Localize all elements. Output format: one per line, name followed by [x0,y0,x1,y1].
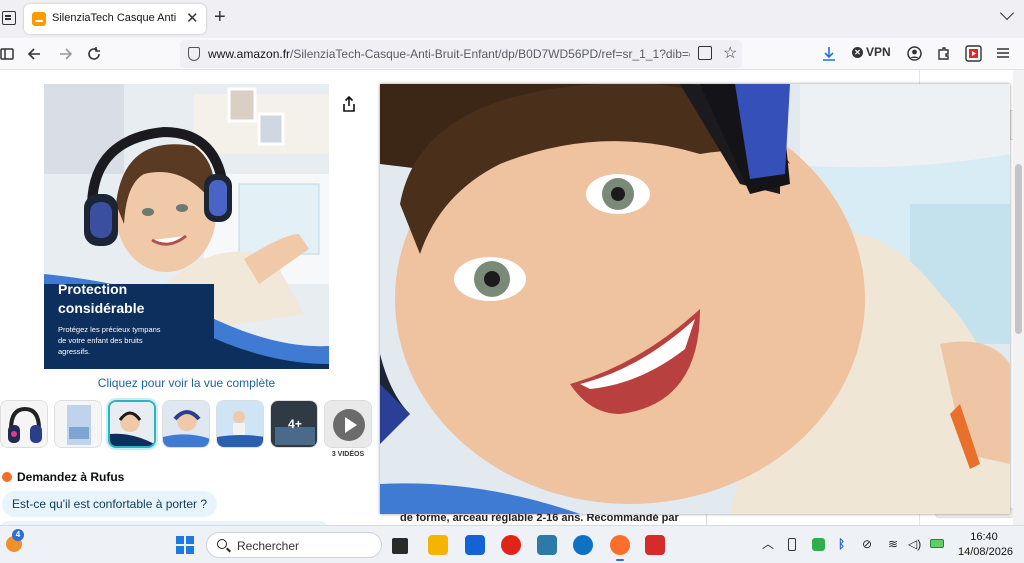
thumbnail-more[interactable]: 4+ [270,400,318,448]
share-icon[interactable] [342,96,356,112]
sidebar-icon[interactable] [0,47,14,61]
opera-icon[interactable] [501,535,521,555]
hp-icon[interactable] [573,535,593,555]
banner-body-line2: de votre enfant des bruits [58,336,143,345]
task-view-icon[interactable] [392,538,408,554]
rufus-icon [2,472,12,482]
pdf-reader-icon[interactable] [645,535,665,555]
weather-badge: 4 [12,529,24,541]
firefox-icon[interactable] [610,535,630,555]
url-text[interactable]: www.amazon.fr/SilenziaTech-Casque-Anti-B… [208,47,690,61]
firefox-active-indicator [616,559,624,561]
bluetooth-icon[interactable]: ᛒ [838,537,845,551]
tray-chevron-up-icon[interactable]: ︿ [762,537,774,551]
file-explorer-icon[interactable] [428,535,448,555]
scrollbar-thumb[interactable] [1015,164,1022,334]
thumbnail-box[interactable] [54,400,102,448]
thumbnail-lifestyle-1[interactable] [162,400,210,448]
navigation-toolbar: www.amazon.fr/SilenziaTech-Casque-Anti-B… [0,38,1024,70]
thumbnail-headphones[interactable] [0,400,48,448]
rufus-heading-text: Demandez à Rufus [17,470,125,484]
thumbnail-video[interactable] [324,400,372,448]
taskbar-search[interactable]: Rechercher [206,532,382,558]
url-path: /SilenziaTech-Casque-Anti-Bruit-Enfant/d… [290,47,690,61]
banner-body-line3: agressifs. [58,347,91,356]
tab-active[interactable]: SilenziaTech Casque Anti Bruit ✕ [24,4,206,34]
page-scrollbar[interactable] [1013,70,1024,525]
rufus-question-chip[interactable]: Est-ce qu'il est confortable à porter ? [2,491,218,517]
view-full-image-link[interactable]: Cliquez pour voir la vue complète [44,376,329,390]
sync-off-icon[interactable]: ⊘ [862,537,872,551]
security-icon[interactable] [812,538,825,551]
account-icon[interactable] [907,46,922,61]
new-tab-button[interactable]: + [214,7,226,27]
app-icon[interactable] [537,535,557,555]
search-icon [217,539,227,549]
reload-icon[interactable] [86,46,102,62]
back-icon[interactable] [27,46,43,62]
videos-count-label[interactable]: 3 VIDÉOS [324,451,372,458]
download-icon[interactable] [822,46,836,62]
save-page-icon[interactable] [698,46,712,60]
amazon-favicon-icon [32,12,46,26]
usb-icon[interactable] [788,538,796,551]
tab-close-icon[interactable]: ✕ [186,9,199,27]
banner-heading-line1: Protection [58,281,128,297]
extensions-icon[interactable] [936,46,951,61]
thumbnail-protection-selected[interactable] [108,400,156,448]
tab-strip: SilenziaTech Casque Anti Bruit ✕ + [0,0,1024,38]
more-images-label: 4+ [288,417,302,431]
banner-heading-line2: considérable [58,300,145,316]
clock-time[interactable]: 16:40 [958,531,1010,543]
main-product-image[interactable]: Protection considérable Protégez les pré… [44,84,329,369]
screen-share-icon[interactable] [965,45,982,62]
menu-icon[interactable] [996,46,1010,60]
rufus-heading: Demandez à Rufus [2,470,124,484]
url-host: www.amazon.fr [208,47,291,61]
banner-body-line1: Protégez les précieux tympans [58,325,161,334]
vpn-label: VPN [866,45,891,59]
zoomed-product-image[interactable] [380,84,1010,514]
url-bar[interactable]: www.amazon.fr/SilenziaTech-Casque-Anti-B… [180,40,742,68]
taskbar-search-placeholder: Rechercher [237,539,300,553]
tab-overflow-chevron-icon[interactable] [999,5,1015,21]
vpn-off-icon: ✕ [852,47,863,58]
clock-date[interactable]: 14/08/2026 [958,546,1013,558]
battery-icon[interactable] [930,539,944,548]
thumbnail-lifestyle-2[interactable] [216,400,264,448]
forward-icon[interactable] [57,46,73,62]
microsoft-store-icon[interactable] [465,535,485,555]
wifi-icon[interactable]: ≋ [888,537,898,551]
volume-icon[interactable]: ◁) [908,537,921,551]
shield-icon[interactable] [188,47,200,61]
tab-title: SilenziaTech Casque Anti Bruit [52,12,180,24]
bookmark-star-icon[interactable]: ☆ [723,43,737,63]
vpn-button[interactable]: ✕ VPN [852,45,891,59]
tab-list-icon[interactable] [2,11,16,25]
windows-start-icon[interactable] [176,536,194,554]
windows-taskbar: 4 Rechercher ︿ ᛒ ⊘ ≋ ◁) 16:40 14/08/2026 [0,525,1024,563]
